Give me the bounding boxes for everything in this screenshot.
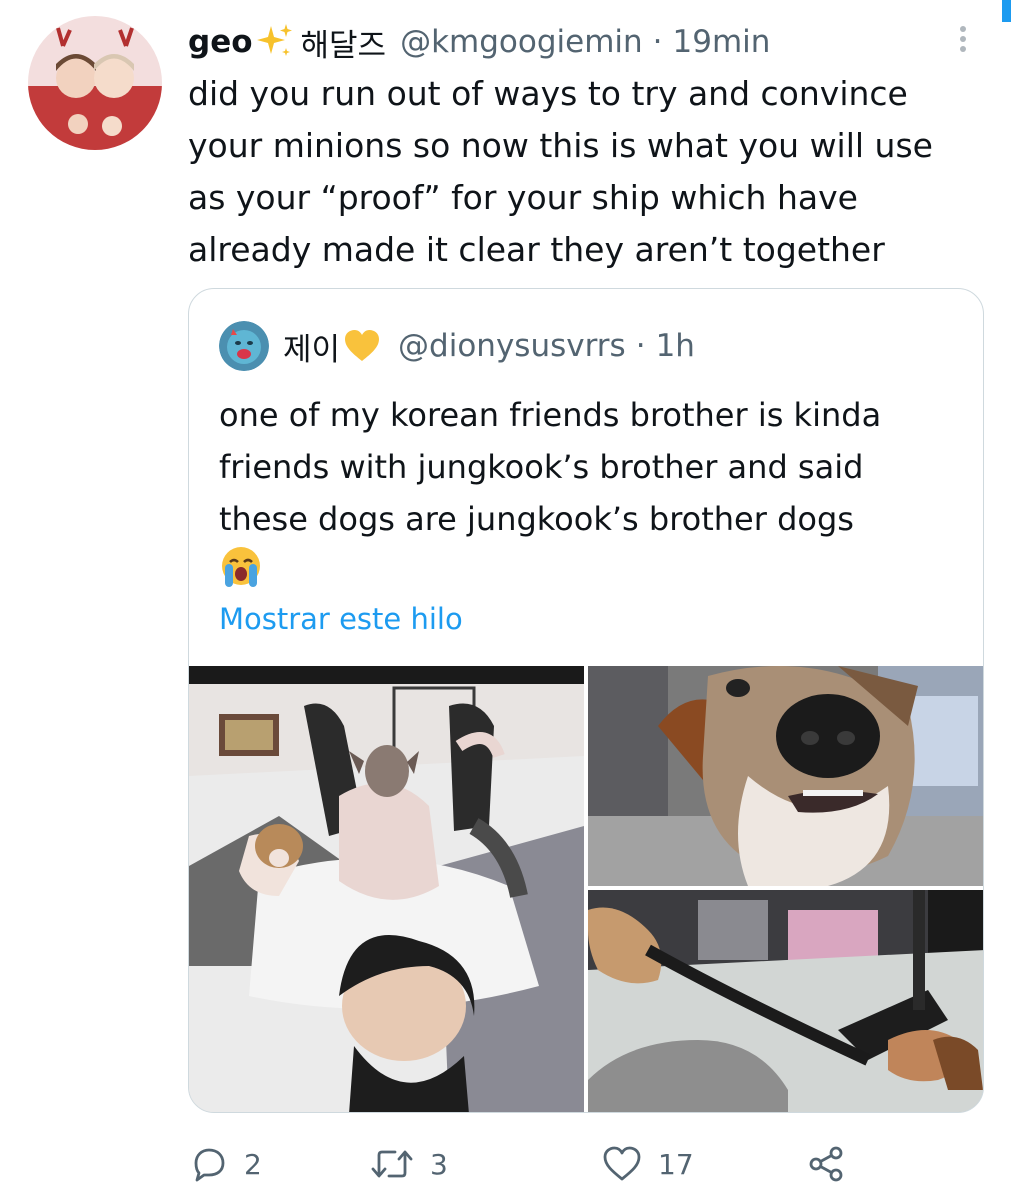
tweet-header: geo 해달즈 @kmgoogiemin · 19min (188, 20, 770, 64)
tweet-text-line: did you run out of ways to try and convi… (188, 74, 908, 113)
separator-dot: · (635, 328, 646, 364)
retweet-icon (371, 1150, 413, 1178)
quoted-author-handle[interactable]: @dionysusvrrs (398, 328, 626, 364)
reply-button[interactable]: 2 (190, 1140, 262, 1188)
quoted-tweet-text: one of my korean friends brother is kind… (219, 389, 959, 545)
yellow-heart-icon (344, 329, 380, 363)
retweet-button[interactable]: 3 (370, 1140, 448, 1188)
loudly-crying-face-icon (219, 545, 263, 589)
media-grid (189, 666, 983, 1112)
sparkles-icon (255, 22, 295, 62)
tweet-text-line: as your “proof” for your ship which have (188, 178, 858, 217)
share-button[interactable] (806, 1140, 862, 1188)
more-options-icon[interactable] (955, 26, 971, 54)
like-count: 17 (658, 1147, 694, 1181)
tweet-actions: 2 3 17 (190, 1140, 890, 1188)
photo-dog-playing[interactable] (588, 890, 983, 1112)
quoted-author-name[interactable]: 제이 (283, 324, 340, 369)
like-button[interactable]: 17 (602, 1140, 694, 1188)
tweet-time[interactable]: 19min (673, 24, 771, 60)
author-avatar[interactable] (28, 16, 162, 150)
quoted-text-line: these dogs are jungkook’s brother dogs (219, 500, 854, 538)
retweet-count: 3 (430, 1147, 448, 1181)
quoted-tweet-time[interactable]: 1h (656, 328, 695, 364)
author-handle[interactable]: @kmgoogiemin (400, 24, 643, 60)
heart-icon (603, 1146, 641, 1181)
tweet[interactable]: geo 해달즈 @kmgoogiemin · 19min did you run… (0, 0, 1011, 1200)
quoted-text-line: one of my korean friends brother is kind… (219, 396, 882, 434)
show-thread-link[interactable]: Mostrar este hilo (219, 602, 463, 636)
quoted-author-avatar[interactable] (219, 321, 269, 371)
reply-icon (194, 1148, 225, 1182)
tweet-text: did you run out of ways to try and convi… (188, 68, 988, 276)
tweet-text-line: your minions so now this is what you wil… (188, 126, 933, 165)
photo-person-with-dogs[interactable] (189, 666, 584, 1112)
quoted-text-line: friends with jungkook’s brother and said (219, 448, 864, 486)
tweet-text-line: already made it clear they aren’t togeth… (188, 230, 885, 269)
separator-dot: · (652, 24, 663, 60)
author-name[interactable]: geo (188, 24, 253, 60)
quoted-tweet[interactable]: 제이 @dionysusvrrs · 1h one of my korean f… (188, 288, 984, 1113)
share-icon (809, 1146, 843, 1182)
author-name-korean[interactable]: 해달즈 (301, 20, 387, 65)
photo-dog-closeup[interactable] (588, 666, 983, 886)
quoted-tweet-header: 제이 @dionysusvrrs · 1h (219, 319, 695, 373)
edge-indicator (1002, 0, 1011, 22)
reply-count: 2 (244, 1147, 262, 1181)
